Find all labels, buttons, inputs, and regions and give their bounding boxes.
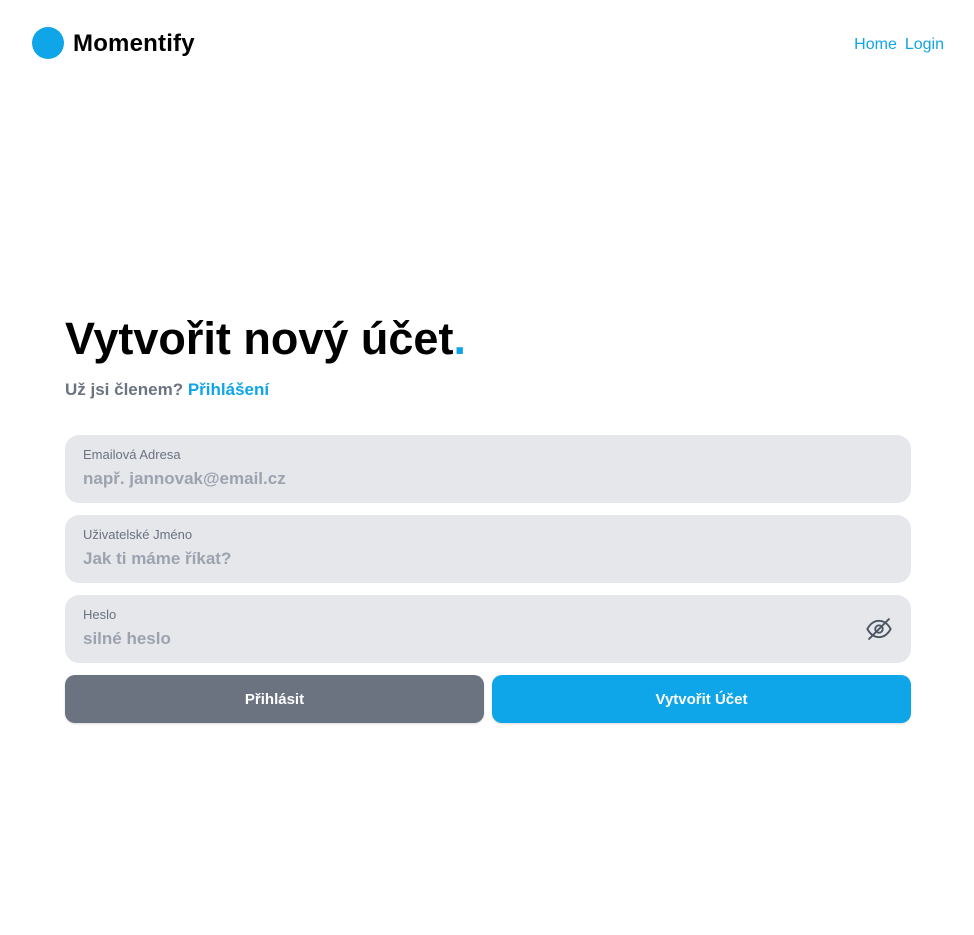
main-nav: Home Login xyxy=(854,35,944,55)
page-title: Vytvořit nový účet. xyxy=(65,311,466,367)
password-field[interactable]: Heslo xyxy=(65,595,911,663)
top-navbar: Momentify Home Login xyxy=(0,0,974,90)
eye-off-icon[interactable] xyxy=(865,615,893,643)
page-title-text: Vytvořit nový účet xyxy=(65,313,454,364)
brand-name[interactable]: Momentify xyxy=(73,30,195,58)
email-field[interactable]: Emailová Adresa xyxy=(65,435,911,503)
email-input[interactable] xyxy=(83,467,843,491)
email-field-label: Emailová Adresa xyxy=(83,447,181,462)
password-input[interactable] xyxy=(83,627,843,651)
brand-logo[interactable] xyxy=(32,27,64,59)
password-field-label: Heslo xyxy=(83,607,117,622)
username-input[interactable] xyxy=(83,547,843,571)
signin-prompt: Už jsi členem? Přihlášení xyxy=(65,379,269,401)
page-title-dot: . xyxy=(453,313,466,364)
nav-link-home[interactable]: Home xyxy=(854,35,897,55)
username-field[interactable]: Uživatelské Jméno xyxy=(65,515,911,583)
signin-prompt-text: Už jsi členem? xyxy=(65,380,184,399)
nav-link-login[interactable]: Login xyxy=(905,35,944,55)
login-button[interactable]: Přihlásit xyxy=(65,675,484,723)
username-field-label: Uživatelské Jméno xyxy=(83,527,193,542)
create-account-button[interactable]: Vytvořit Účet xyxy=(492,675,911,723)
signin-link[interactable]: Přihlášení xyxy=(188,380,269,399)
